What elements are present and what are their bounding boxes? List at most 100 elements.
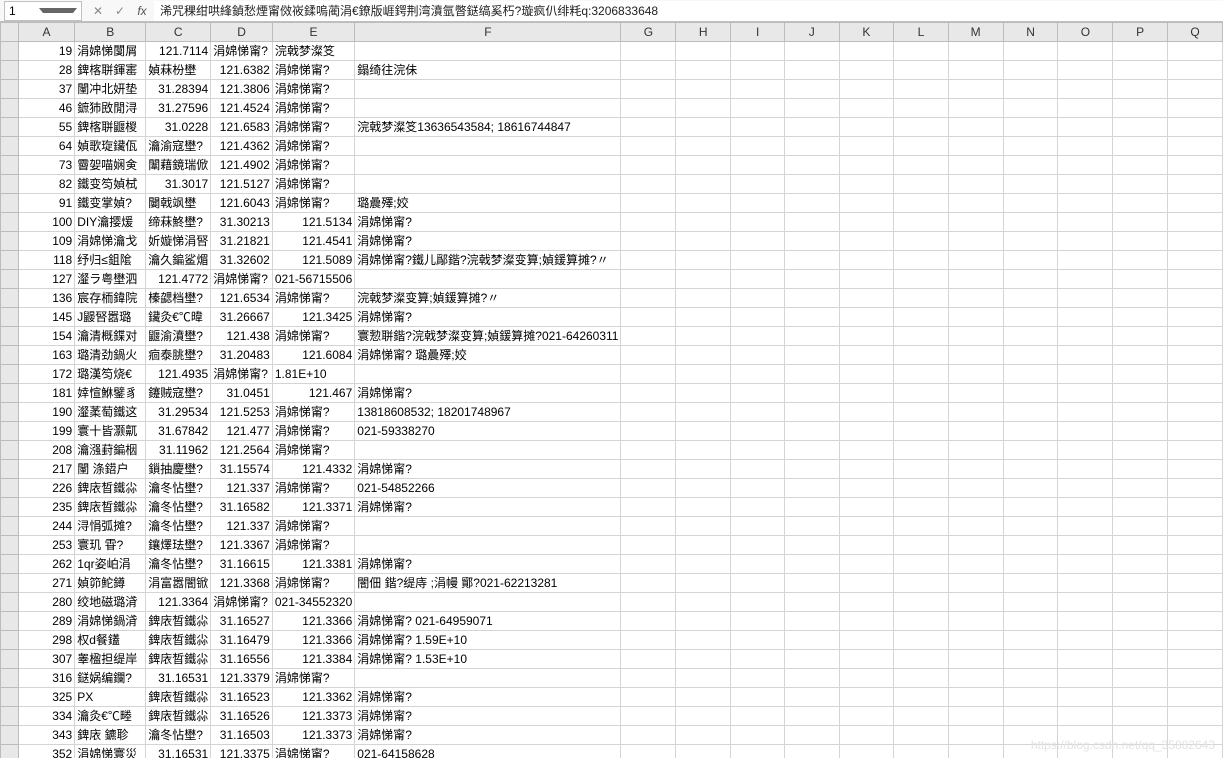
cell[interactable]: [621, 745, 676, 758]
cell[interactable]: [894, 308, 948, 327]
cell[interactable]: 媜歌琁鑶佤: [75, 137, 146, 156]
cell[interactable]: [621, 194, 676, 213]
cell[interactable]: [1168, 517, 1223, 536]
cell[interactable]: [676, 308, 731, 327]
cell[interactable]: [839, 631, 894, 650]
cell[interactable]: [785, 327, 839, 346]
cell[interactable]: [785, 232, 839, 251]
cell[interactable]: 闇佃 鍇?缇庤 ;涓幔 鄮?021-62213281: [355, 574, 621, 593]
cell[interactable]: 31.16582: [211, 498, 273, 517]
cell[interactable]: [894, 118, 948, 137]
cell[interactable]: [894, 631, 948, 650]
cell[interactable]: 289: [18, 612, 74, 631]
cell[interactable]: [894, 460, 948, 479]
cell[interactable]: [1168, 555, 1223, 574]
cell[interactable]: [785, 631, 839, 650]
cell[interactable]: 325: [18, 688, 74, 707]
cell[interactable]: PX: [75, 688, 146, 707]
row-header[interactable]: [1, 270, 19, 289]
row-header[interactable]: [1, 593, 19, 612]
cell[interactable]: [731, 745, 785, 758]
cell[interactable]: [676, 631, 731, 650]
cell[interactable]: [676, 441, 731, 460]
col-header-D[interactable]: D: [211, 23, 273, 42]
cell[interactable]: [948, 308, 1003, 327]
cell[interactable]: [1113, 80, 1168, 99]
cell[interactable]: [1113, 593, 1168, 612]
cell[interactable]: 31.28394: [146, 80, 211, 99]
cell[interactable]: [1058, 327, 1113, 346]
cell[interactable]: [731, 498, 785, 517]
row-header[interactable]: [1, 517, 19, 536]
cell[interactable]: 31.16531: [146, 745, 211, 758]
cell[interactable]: 涓婂悌甯?: [355, 460, 621, 479]
cell[interactable]: [731, 517, 785, 536]
cell[interactable]: [1058, 460, 1113, 479]
cell[interactable]: 121.3379: [211, 669, 273, 688]
cell[interactable]: [948, 669, 1003, 688]
row-header[interactable]: [1, 460, 19, 479]
cell[interactable]: 鼴渝濆壄?: [146, 327, 211, 346]
cell[interactable]: 121.438: [211, 327, 273, 346]
cell[interactable]: [1058, 365, 1113, 384]
cell[interactable]: 錍庡 鑣聄: [75, 726, 146, 745]
cell[interactable]: [731, 422, 785, 441]
cell[interactable]: [894, 365, 948, 384]
cell[interactable]: [1113, 688, 1168, 707]
cell[interactable]: [894, 688, 948, 707]
cell[interactable]: 262: [18, 555, 74, 574]
cell[interactable]: 121.3384: [272, 650, 354, 669]
cell[interactable]: 1qr姿岶涓: [75, 555, 146, 574]
cell[interactable]: 寰十皆灏鼿: [75, 422, 146, 441]
cell[interactable]: 涓婂悌甯?: [355, 726, 621, 745]
cell[interactable]: [948, 99, 1003, 118]
cell[interactable]: 瀹冬怗壄?: [146, 726, 211, 745]
cell[interactable]: 280: [18, 593, 74, 612]
cell[interactable]: [676, 726, 731, 745]
col-header-K[interactable]: K: [839, 23, 894, 42]
cell[interactable]: [1168, 61, 1223, 80]
cell[interactable]: [894, 745, 948, 758]
cell[interactable]: [1168, 80, 1223, 99]
cell[interactable]: [621, 384, 676, 403]
cell[interactable]: [1003, 612, 1058, 631]
cell[interactable]: 涓婂悌甯?: [355, 308, 621, 327]
cell[interactable]: [839, 441, 894, 460]
cell[interactable]: [785, 498, 839, 517]
cell[interactable]: 021-34552320: [272, 593, 354, 612]
cell[interactable]: [621, 137, 676, 156]
cell[interactable]: [948, 80, 1003, 99]
cell[interactable]: [731, 479, 785, 498]
cell[interactable]: [894, 61, 948, 80]
cell[interactable]: 瀣ラ粤壄泗: [75, 270, 146, 289]
cell[interactable]: 瀹灸€℃畻: [75, 707, 146, 726]
cell[interactable]: [1113, 669, 1168, 688]
cell[interactable]: [676, 574, 731, 593]
cell[interactable]: [948, 42, 1003, 61]
row-header[interactable]: [1, 213, 19, 232]
cell[interactable]: [621, 517, 676, 536]
cell[interactable]: [785, 403, 839, 422]
row-header[interactable]: [1, 726, 19, 745]
cell[interactable]: [948, 346, 1003, 365]
cell[interactable]: 涓婂悌鍋浳: [75, 612, 146, 631]
cell[interactable]: [839, 745, 894, 758]
cell[interactable]: 鐵变掌媜?: [75, 194, 146, 213]
cell[interactable]: [1003, 118, 1058, 137]
cell[interactable]: [731, 346, 785, 365]
cell[interactable]: 31.0228: [146, 118, 211, 137]
col-header-A[interactable]: A: [18, 23, 74, 42]
cell[interactable]: 121.5253: [211, 403, 273, 422]
cell[interactable]: [894, 593, 948, 612]
row-header[interactable]: [1, 498, 19, 517]
row-header[interactable]: [1, 365, 19, 384]
cell[interactable]: [1003, 308, 1058, 327]
cell[interactable]: [621, 42, 676, 61]
cell[interactable]: [785, 593, 839, 612]
cell[interactable]: [1058, 175, 1113, 194]
cell[interactable]: 217: [18, 460, 74, 479]
cell[interactable]: [948, 441, 1003, 460]
cell[interactable]: 31.16503: [211, 726, 273, 745]
cell[interactable]: [1058, 118, 1113, 137]
cell[interactable]: [894, 137, 948, 156]
